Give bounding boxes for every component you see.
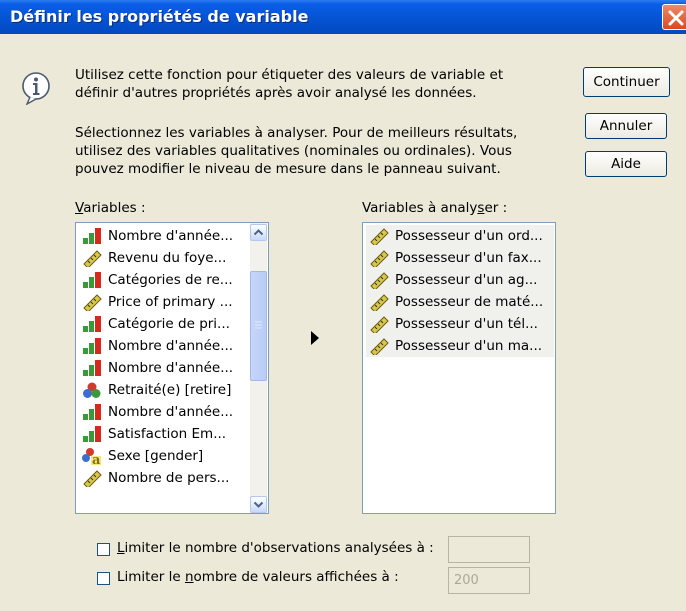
list-item-label: Possesseur d'un fax... xyxy=(395,250,542,266)
chevron-up-icon xyxy=(253,229,264,236)
scroll-up-button[interactable] xyxy=(250,224,267,241)
analyze-listbox[interactable]: Possesseur d'un ord... Possesseur d'un fa… xyxy=(362,222,556,514)
list-item[interactable]: Revenu du foye... xyxy=(79,247,249,269)
list-item[interactable]: Price of primary ... xyxy=(79,291,249,313)
list-item[interactable]: Nombre d'année... xyxy=(79,335,249,357)
list-item[interactable]: Satisfaction Em... xyxy=(79,423,249,445)
limit-values-label-pre: Limiter le xyxy=(117,569,185,585)
analyze-label-post: er : xyxy=(484,200,508,216)
info-text-line-1: Utilisez cette fonction pour étiqueter d… xyxy=(75,67,504,83)
list-item-label: Nombre d'année... xyxy=(108,228,234,244)
ordinal-icon xyxy=(82,315,102,333)
limit-values-value: 200 xyxy=(454,573,479,588)
scale-icon xyxy=(82,249,102,269)
list-item-label: Possesseur d'un ord... xyxy=(395,228,543,244)
nominal-string-icon: a xyxy=(82,447,102,468)
list-item-label: Possesseur de maté... xyxy=(395,294,544,310)
limit-values-checkbox[interactable] xyxy=(97,572,110,585)
move-right-arrow-icon[interactable] xyxy=(310,330,322,346)
list-item[interactable]: a Sexe [gender] xyxy=(79,445,249,468)
limit-cases-label-post: imiter le nombre d'observations analysée… xyxy=(124,540,434,556)
scale-icon xyxy=(369,315,389,335)
continue-button-label: Continuer xyxy=(593,74,660,90)
ordinal-icon xyxy=(82,227,102,245)
ordinal-icon xyxy=(82,359,102,377)
ordinal-icon xyxy=(82,403,102,421)
list-item-label: Revenu du foye... xyxy=(108,250,227,266)
list-item-label: Catégorie de pri... xyxy=(108,316,230,332)
variables-label-post: ariables : xyxy=(83,200,146,216)
list-item-label: Catégories de re... xyxy=(108,272,233,288)
list-item[interactable]: Possesseur d'un ma... xyxy=(366,335,554,357)
limit-cases-label: Limiter le nombre d'observations analysé… xyxy=(117,540,434,557)
list-item[interactable]: Catégories de re... xyxy=(79,269,249,291)
list-item-label: Retraité(e) [retire] xyxy=(108,382,232,398)
list-item[interactable]: Possesseur d'un ord... xyxy=(366,225,554,247)
list-item-label: Possesseur d'un tél... xyxy=(395,316,538,332)
chevron-down-icon xyxy=(253,501,264,508)
continue-button[interactable]: Continuer xyxy=(583,67,670,97)
dialog-window: Définir les propriétés de variable Utili… xyxy=(0,0,686,611)
variables-scrollbar[interactable] xyxy=(250,223,267,513)
list-item[interactable]: Possesseur d'un ag... xyxy=(366,269,554,291)
scale-icon xyxy=(369,293,389,313)
title-bar: Définir les propriétés de variable xyxy=(0,0,686,34)
ordinal-icon xyxy=(82,271,102,289)
analyze-label: Variables à analyser : xyxy=(362,200,507,217)
cancel-button[interactable]: Annuler xyxy=(585,113,667,139)
list-item[interactable]: Catégorie de pri... xyxy=(79,313,249,335)
cancel-button-label: Annuler xyxy=(599,118,653,134)
list-item[interactable]: Possesseur de maté... xyxy=(366,291,554,313)
list-item-label: Price of primary ... xyxy=(108,294,233,310)
list-item-label: Nombre d'année... xyxy=(108,360,234,376)
help-button-label: Aide xyxy=(611,156,641,172)
list-item[interactable]: Nombre d'année... xyxy=(79,401,249,423)
limit-cases-accesskey: L xyxy=(117,540,125,556)
instructions-line-3: pouvez modifier le niveau de mesure dans… xyxy=(75,161,501,177)
scale-icon xyxy=(369,227,389,247)
scale-icon xyxy=(369,271,389,291)
limit-values-label: Limiter le nombre de valeurs affichées à… xyxy=(117,569,399,586)
scale-icon xyxy=(82,469,102,489)
close-button[interactable] xyxy=(662,4,686,30)
list-item-label: Nombre de pers... xyxy=(108,470,230,486)
list-item[interactable]: Possesseur d'un tél... xyxy=(366,313,554,335)
limit-cases-checkbox[interactable] xyxy=(97,543,110,556)
help-button[interactable]: Aide xyxy=(585,151,667,177)
list-item[interactable]: Nombre d'année... xyxy=(79,357,249,379)
limit-values-input[interactable]: 200 xyxy=(448,567,530,594)
list-item-label: Sexe [gender] xyxy=(108,448,204,464)
info-icon xyxy=(22,72,50,105)
limit-values-accesskey: n xyxy=(184,569,194,585)
list-item-label: Possesseur d'un ma... xyxy=(395,338,543,354)
scroll-thumb[interactable] xyxy=(250,271,267,381)
scale-icon xyxy=(82,293,102,313)
list-item[interactable]: Nombre d'année... xyxy=(79,225,249,247)
grip-icon xyxy=(255,321,262,329)
limit-values-label-post: ombre de valeurs affichées à : xyxy=(193,569,399,585)
list-item-label: Nombre d'année... xyxy=(108,404,234,420)
instructions-line-1: Sélectionnez les variables à analyser. P… xyxy=(75,125,518,141)
list-item-label: Nombre d'année... xyxy=(108,338,234,354)
ordinal-icon xyxy=(82,425,102,443)
limit-cases-input[interactable] xyxy=(448,536,530,563)
close-icon xyxy=(668,10,684,26)
variables-label: Variables : xyxy=(75,200,146,217)
analyze-label-pre: Variables à analy xyxy=(362,200,478,216)
scroll-down-button[interactable] xyxy=(250,496,267,513)
info-text-line-2: définir d'autres propriétés après avoir … xyxy=(75,85,477,101)
ordinal-icon xyxy=(82,337,102,355)
variables-label-accesskey: V xyxy=(75,200,84,216)
nominal-icon xyxy=(82,381,102,399)
list-item[interactable]: Nombre de pers... xyxy=(79,467,249,489)
scale-icon xyxy=(369,249,389,269)
instructions-line-2: utilisez des variables qualitatives (nom… xyxy=(75,143,512,159)
list-item[interactable]: Retraité(e) [retire] xyxy=(79,379,249,401)
list-item-label: Possesseur d'un ag... xyxy=(395,272,538,288)
dialog-title: Définir les propriétés de variable xyxy=(10,7,309,26)
variables-listbox[interactable]: Nombre d'année... Revenu du foye... Catégo… xyxy=(75,222,269,514)
list-item-label: Satisfaction Em... xyxy=(108,426,227,442)
scale-icon xyxy=(369,337,389,357)
list-item[interactable]: Possesseur d'un fax... xyxy=(366,247,554,269)
